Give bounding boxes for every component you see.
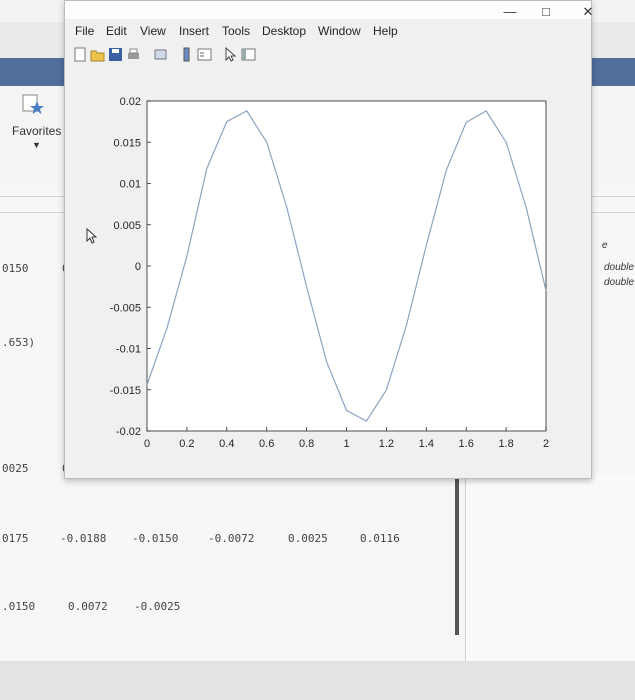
menu-help[interactable]: Help <box>373 24 398 38</box>
grid-cell: 0.0072 <box>68 600 108 613</box>
x-tick-label: 1.6 <box>459 438 474 450</box>
menu-window[interactable]: Window <box>318 24 361 38</box>
x-tick-label: 1.2 <box>379 438 394 450</box>
grid-cell: 0.0025 <box>288 532 328 545</box>
grid-cell: 0.0116 <box>360 532 400 545</box>
axes-box[interactable] <box>146 100 547 432</box>
plot-area: 0.02 0.015 0.01 0.005 0 -0.005 -0.01 -0.015 -0.0… <box>65 67 591 478</box>
menu-bar: File Edit View Insert Tools Desktop Wind… <box>65 19 591 43</box>
x-tick-label: 0 <box>144 438 150 450</box>
grid-cell: .0150 <box>2 600 36 613</box>
menu-file[interactable]: File <box>75 24 94 38</box>
status-bar <box>0 661 635 700</box>
x-tick-label: 0.2 <box>179 438 194 450</box>
grid-cell: -0.0188 <box>60 532 107 545</box>
property-inspector-icon[interactable] <box>241 47 256 62</box>
grid-cell: -0.0072 <box>208 532 255 545</box>
y-tick-label: -0.015 <box>110 385 141 397</box>
y-tick-label: 0.01 <box>120 179 141 191</box>
grid-cell: 0175 <box>2 532 29 545</box>
x-tick-label: 1.8 <box>498 438 513 450</box>
favorites-star-icon[interactable] <box>22 93 44 115</box>
line-chart[interactable]: 0.02 0.015 0.01 0.005 0 -0.005 -0.01 -0.015 -0.0… <box>65 67 591 478</box>
grid-cell: .653) <box>2 336 36 349</box>
colorbar-icon[interactable] <box>179 47 194 62</box>
grid-cell: 0025 <box>2 462 29 475</box>
link-plot-icon[interactable] <box>153 47 168 62</box>
grid-cell: -0.0025 <box>134 600 181 613</box>
figure-title-bar: — □ ✕ <box>65 1 593 19</box>
x-tick-label: 1 <box>343 438 349 450</box>
menu-view[interactable]: View <box>140 24 166 38</box>
legend-icon[interactable] <box>197 47 212 62</box>
right-panel-type: double <box>604 277 635 288</box>
minimize-button[interactable]: — <box>495 4 525 19</box>
y-tick-label: -0.005 <box>110 302 141 314</box>
menu-tools[interactable]: Tools <box>222 24 250 38</box>
menu-edit[interactable]: Edit <box>106 24 127 38</box>
right-column-panel <box>465 475 635 661</box>
print-icon[interactable] <box>126 47 141 62</box>
scrollbar[interactable] <box>455 475 459 635</box>
grid-cell: -0.0150 <box>132 532 179 545</box>
y-tick-label: -0.01 <box>116 344 141 356</box>
x-tick-label: 1.4 <box>419 438 434 450</box>
right-panel-header: e <box>602 240 608 251</box>
x-tick-label: 0.4 <box>219 438 234 450</box>
x-tick-label: 0.6 <box>259 438 274 450</box>
y-tick-label: 0.005 <box>113 220 141 232</box>
maximize-button[interactable]: □ <box>531 4 561 19</box>
y-tick-label: 0.02 <box>120 96 141 108</box>
new-figure-icon[interactable] <box>73 47 88 62</box>
menu-insert[interactable]: Insert <box>179 24 209 38</box>
y-tick-label: 0 <box>135 261 141 273</box>
grid-cell: 0150 <box>2 262 29 275</box>
y-tick-label: 0.015 <box>113 137 141 149</box>
save-icon[interactable] <box>108 47 123 62</box>
close-button[interactable]: ✕ <box>573 4 603 20</box>
y-tick-label: -0.02 <box>116 426 141 438</box>
chevron-down-icon[interactable]: ▼ <box>32 140 41 150</box>
right-panel-type: double <box>604 262 635 273</box>
x-tick-label: 2 <box>543 438 549 450</box>
mouse-cursor-icon <box>86 228 98 244</box>
x-tick-label: 0.8 <box>299 438 314 450</box>
figure-toolbar <box>65 43 591 68</box>
menu-desktop[interactable]: Desktop <box>262 24 306 38</box>
edit-plot-arrow-icon[interactable] <box>223 47 238 62</box>
figure-window: — □ ✕ File Edit View Insert Tools Deskto… <box>64 0 593 479</box>
favorites-label[interactable]: Favorites <box>12 124 61 138</box>
open-file-icon[interactable] <box>90 47 105 62</box>
